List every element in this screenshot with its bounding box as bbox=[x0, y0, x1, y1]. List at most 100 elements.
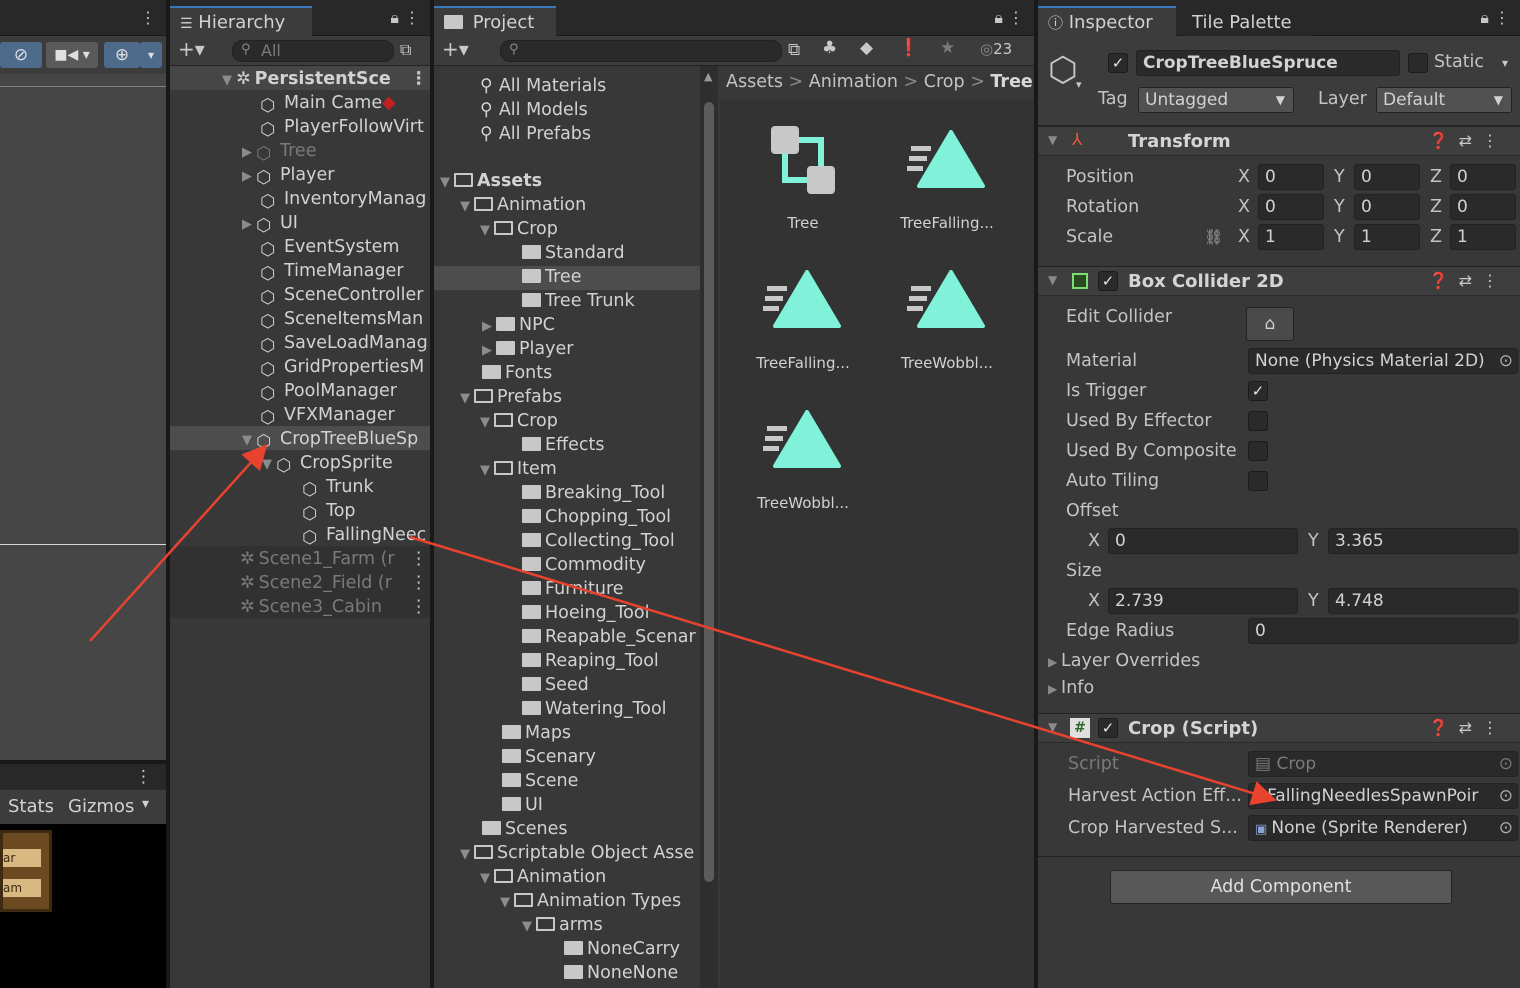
hierarchy-search-input[interactable]: ⚲ All bbox=[232, 40, 394, 62]
folder-item[interactable]: Reaping_Tool bbox=[522, 649, 659, 673]
static-checkbox[interactable] bbox=[1408, 53, 1428, 73]
breadcrumb-item[interactable]: Crop bbox=[924, 72, 965, 92]
add-icon[interactable]: +▾ bbox=[178, 37, 205, 61]
add-component-button[interactable]: Add Component bbox=[1110, 870, 1452, 904]
folder-item[interactable]: Maps bbox=[502, 721, 571, 745]
edge-radius-field[interactable]: 0 bbox=[1248, 618, 1518, 644]
eye-icon[interactable]: ◎23 bbox=[980, 40, 1012, 58]
object-picker-icon[interactable]: ⊙ bbox=[1499, 349, 1513, 373]
offset-x-field[interactable]: 0 bbox=[1108, 528, 1298, 554]
add-icon[interactable]: +▾ bbox=[442, 37, 469, 61]
object-picker-icon[interactable]: ⊙ bbox=[1498, 784, 1513, 808]
more-icon[interactable]: ⋮ bbox=[410, 571, 428, 595]
folder-item[interactable]: ▼ Crop bbox=[480, 217, 558, 241]
box-collider-header[interactable]: ▼ ✓ Box Collider 2D ❓⇄⋮ bbox=[1038, 266, 1520, 296]
scene-item-persistent[interactable]: ▼ ✲ PersistentSce ⋮ bbox=[222, 67, 428, 91]
edit-collider-button[interactable]: ⌂ bbox=[1246, 307, 1294, 341]
scene-item-unloaded[interactable]: ✲ Scene3_Cabin ⋮ bbox=[240, 595, 428, 619]
more-icon[interactable]: ⋮ bbox=[140, 8, 156, 27]
rotation-y-field[interactable]: 0 bbox=[1354, 194, 1420, 220]
folder-item[interactable]: ▼ Animation bbox=[460, 193, 586, 217]
layer-overrides-foldout[interactable]: ▶ Layer Overrides bbox=[1048, 651, 1200, 671]
active-checkbox[interactable]: ✓ bbox=[1108, 53, 1128, 73]
folder-item[interactable]: ▼ arms bbox=[522, 913, 603, 937]
crop-harvested-field[interactable]: ▣ None (Sprite Renderer) ⊙ bbox=[1248, 815, 1518, 841]
more-icon[interactable]: ⋮ bbox=[410, 547, 428, 571]
folder-item[interactable]: NoneNone bbox=[564, 961, 678, 985]
tab-inspector[interactable]: ⓘ Inspector bbox=[1038, 6, 1176, 36]
folder-item[interactable]: Scenes bbox=[482, 817, 567, 841]
hierarchy-item[interactable]: ⬡ SceneController bbox=[260, 283, 423, 308]
object-name-field[interactable]: CropTreeBlueSpruce bbox=[1136, 50, 1400, 76]
rotation-z-field[interactable]: 0 bbox=[1450, 194, 1516, 220]
scroll-up-icon[interactable]: ▲ bbox=[704, 70, 712, 83]
folder-item[interactable]: Breaking_Tool bbox=[522, 481, 665, 505]
favorite-icon[interactable]: ★ bbox=[940, 38, 955, 58]
crop-script-header[interactable]: ▼ # ✓ Crop (Script) ❓⇄⋮ bbox=[1038, 713, 1520, 743]
harvest-action-field[interactable]: ⅄ FallingNeedlesSpawnPoir ⊙ bbox=[1248, 783, 1518, 809]
component-enabled-checkbox[interactable]: ✓ bbox=[1098, 271, 1118, 291]
component-enabled-checkbox[interactable]: ✓ bbox=[1098, 718, 1118, 738]
hierarchy-item-selected[interactable]: ▼ ⬡ CropTreeBlueSp bbox=[242, 427, 418, 452]
warning-filter-icon[interactable]: ❗ bbox=[898, 38, 919, 58]
gizmo-dropdown-icon[interactable]: ▾ bbox=[140, 42, 162, 68]
folder-item[interactable]: NoneCarry bbox=[564, 937, 680, 961]
gizmo-toggle-icon[interactable]: ⊕ bbox=[104, 42, 140, 68]
more-icon[interactable]: ⋮ bbox=[410, 595, 428, 619]
hierarchy-item[interactable]: ▼ ⬡ CropSprite bbox=[262, 451, 393, 476]
used-by-composite-checkbox[interactable] bbox=[1248, 441, 1268, 461]
rotation-x-field[interactable]: 0 bbox=[1258, 194, 1324, 220]
folder-item[interactable]: ▼ Animation Types bbox=[500, 889, 681, 913]
tab-project[interactable]: Project bbox=[434, 6, 556, 36]
lock-icon[interactable]: 🔒︎ ⋮ bbox=[994, 8, 1024, 28]
hierarchy-item[interactable]: ⬡ InventoryManag bbox=[260, 187, 426, 212]
folder-item[interactable]: Reapable_Scenar bbox=[522, 625, 696, 649]
favorite-item[interactable]: ⚲ All Models bbox=[480, 98, 588, 122]
folder-item[interactable]: ▶ Player bbox=[482, 337, 573, 361]
layer-dropdown[interactable]: Default ▼ bbox=[1376, 87, 1512, 113]
hierarchy-item[interactable]: ⬡ Main Came◆ bbox=[260, 91, 396, 116]
camera-dropdown-icon[interactable]: ■◀ ▾ bbox=[46, 42, 98, 68]
size-y-field[interactable]: 4.748 bbox=[1328, 588, 1518, 614]
used-by-effector-checkbox[interactable] bbox=[1248, 411, 1268, 431]
hierarchy-item[interactable]: ⬡ PlayerFollowVirt bbox=[260, 115, 424, 140]
scene-item-unloaded[interactable]: ✲ Scene2_Field (r ⋮ bbox=[240, 571, 428, 595]
gizmos-button[interactable]: Gizmos bbox=[68, 796, 134, 817]
folder-item[interactable]: Watering_Tool bbox=[522, 697, 667, 721]
type-filter-icon[interactable]: ♣ bbox=[822, 38, 837, 58]
folder-item[interactable]: Collecting_Tool bbox=[522, 529, 675, 553]
hierarchy-item[interactable]: ⬡ EventSystem bbox=[260, 235, 399, 260]
game-view[interactable]: ⋮ Stats Gizmos ▾ ar am bbox=[0, 764, 166, 988]
folder-item[interactable]: ▼ Animation bbox=[480, 865, 606, 889]
breadcrumb-item[interactable]: Animation bbox=[809, 72, 898, 92]
folder-item[interactable]: Chopping_Tool bbox=[522, 505, 671, 529]
hierarchy-item[interactable]: ▶ ⬡ Tree bbox=[242, 139, 316, 164]
scene-item-unloaded[interactable]: ✲ Scene1_Farm (r ⋮ bbox=[240, 547, 428, 571]
folder-item[interactable]: Seed bbox=[522, 673, 589, 697]
stats-button[interactable]: Stats bbox=[8, 796, 54, 817]
folder-item[interactable]: UI bbox=[502, 793, 543, 817]
material-field[interactable]: None (Physics Material 2D) ⊙ bbox=[1248, 348, 1518, 374]
transform-header[interactable]: ▼ ⅄ Transform ❓⇄⋮ bbox=[1038, 126, 1520, 156]
asset-item[interactable]: Tree bbox=[728, 122, 878, 232]
hierarchy-item[interactable]: ⬡ Top bbox=[302, 499, 356, 524]
folder-item[interactable]: Hoeing_Tool bbox=[522, 601, 649, 625]
lock-icon[interactable]: 🔒︎ ⋮ bbox=[390, 8, 420, 28]
folder-item[interactable]: ▼ Crop bbox=[480, 409, 558, 433]
tab-hierarchy[interactable]: ☰ Hierarchy bbox=[170, 6, 312, 36]
folder-item[interactable]: ▼ Assets bbox=[440, 169, 542, 193]
asset-item[interactable]: TreeFalling... bbox=[728, 262, 878, 372]
search-options-icon[interactable]: ⧉ bbox=[400, 40, 411, 60]
hierarchy-item[interactable]: ⬡ SaveLoadManag bbox=[260, 331, 428, 356]
is-trigger-checkbox[interactable]: ✓ bbox=[1248, 381, 1268, 401]
object-picker-icon[interactable]: ⊙ bbox=[1499, 816, 1513, 840]
folder-item[interactable]: ▼ Scriptable Object Asse bbox=[460, 841, 694, 865]
folder-item[interactable]: Commodity bbox=[522, 553, 646, 577]
auto-tiling-checkbox[interactable] bbox=[1248, 471, 1268, 491]
breadcrumb-item[interactable]: Tree bbox=[990, 72, 1032, 92]
hierarchy-item[interactable]: ⬡ FallingNeec bbox=[302, 523, 426, 548]
favorite-item[interactable]: ⚲ All Materials bbox=[480, 74, 606, 98]
constrain-proportions-icon[interactable]: ⛓ bbox=[1204, 228, 1223, 246]
label-filter-icon[interactable]: ◆ bbox=[860, 38, 873, 58]
hierarchy-item[interactable]: ▶ ⬡ UI bbox=[242, 211, 298, 236]
